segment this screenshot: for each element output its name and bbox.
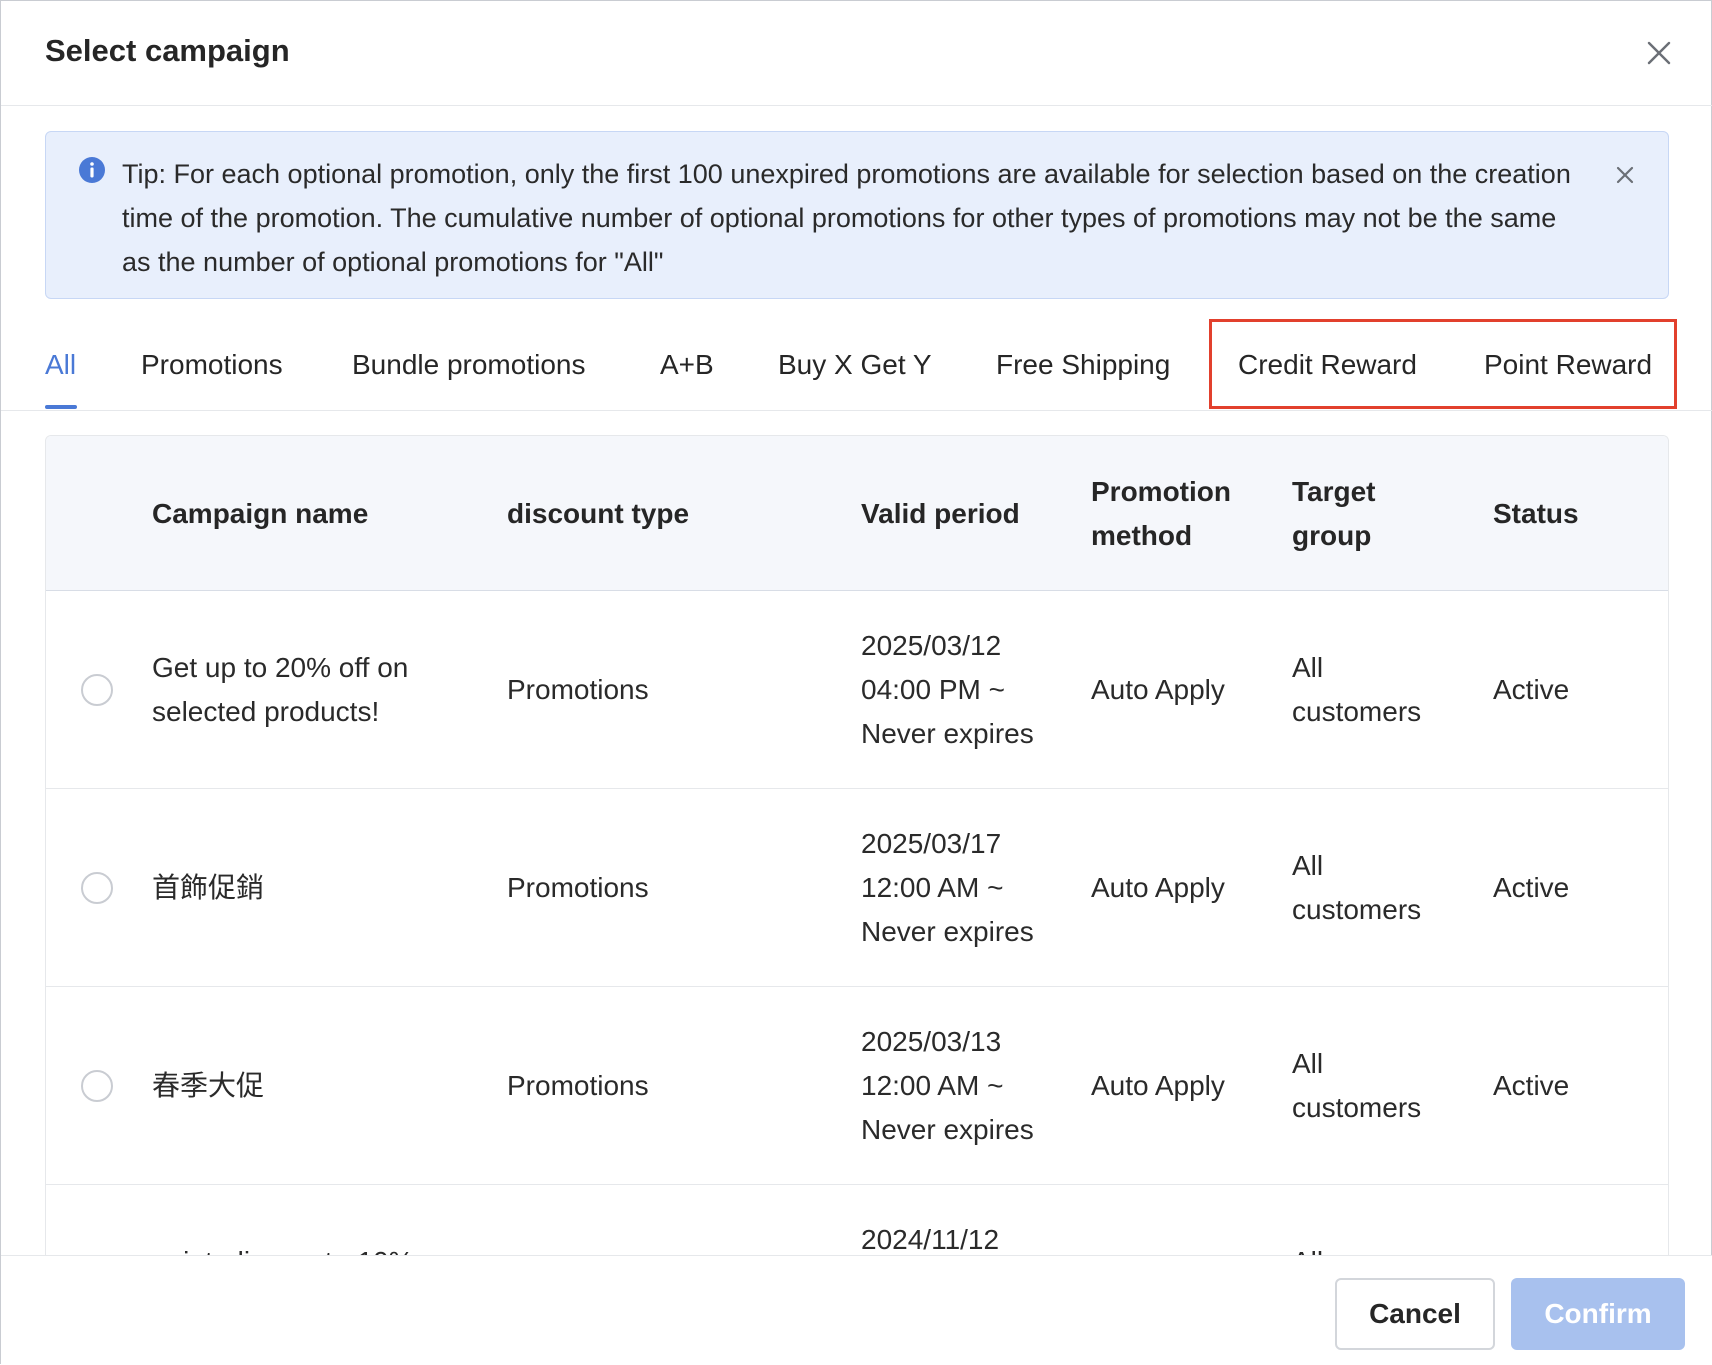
promotion-method: Auto Apply xyxy=(1091,1070,1225,1101)
close-icon[interactable] xyxy=(1612,162,1638,188)
dialog-footer: Cancel Confirm xyxy=(1,1255,1712,1365)
campaign-name: Get up to 20% off on selected products! xyxy=(152,652,409,727)
promotion-method: Auto Apply xyxy=(1091,872,1225,903)
tab-all[interactable]: All xyxy=(45,349,76,381)
tab-credit-reward[interactable]: Credit Reward xyxy=(1238,349,1417,381)
dialog-title: Select campaign xyxy=(45,33,290,68)
campaign-name: 首飾促銷 xyxy=(152,872,265,903)
status: Active xyxy=(1493,674,1570,705)
discount-type: Promotions xyxy=(507,674,649,705)
dialog-header: Select campaign xyxy=(1,1,1712,106)
promotion-method: Auto Apply xyxy=(1091,674,1225,705)
campaign-name: point: discount - 10% xyxy=(152,1240,414,1255)
target-group: All xyxy=(1292,1240,1323,1255)
tab-buy-x-get-y[interactable]: Buy X Get Y xyxy=(778,349,932,381)
campaign-type-tabs: All Promotions Bundle promotions A+B Buy… xyxy=(1,319,1712,411)
table-row[interactable]: 春季大促 Promotions 2025/03/13 12:00 AM ~ Ne… xyxy=(46,987,1668,1185)
active-tab-indicator xyxy=(45,405,77,409)
valid-period: 2025/03/17 12:00 AM ~ Never expires xyxy=(861,828,1034,947)
table-header: Campaign name discount type Valid period… xyxy=(46,436,1668,591)
discount-type: Promotions xyxy=(507,872,649,903)
discount-type: Promotions xyxy=(507,1070,649,1101)
campaign-name: 春季大促 xyxy=(152,1070,265,1101)
column-header-status: Status xyxy=(1493,498,1579,529)
cancel-button[interactable]: Cancel xyxy=(1335,1278,1495,1350)
column-header-discount-type: discount type xyxy=(507,498,690,529)
select-campaign-dialog: Select campaign Tip: For each optional p… xyxy=(0,0,1712,1365)
column-header-campaign-name: Campaign name xyxy=(152,498,369,529)
tab-bundle-promotions[interactable]: Bundle promotions xyxy=(352,349,585,381)
table-row[interactable]: 首飾促銷 Promotions 2025/03/17 12:00 AM ~ Ne… xyxy=(46,789,1668,987)
row-radio[interactable] xyxy=(81,1070,113,1102)
valid-period: 2025/03/12 04:00 PM ~ Never expires xyxy=(861,630,1034,749)
target-group: All customers xyxy=(1292,1048,1422,1123)
valid-period: 2025/03/13 12:00 AM ~ Never expires xyxy=(861,1026,1034,1145)
row-radio[interactable] xyxy=(81,674,113,706)
column-header-promotion-method: Promotion method xyxy=(1091,476,1231,551)
table-row[interactable]: point: discount - 10% 2024/11/12 All xyxy=(46,1185,1668,1255)
confirm-button[interactable]: Confirm xyxy=(1511,1278,1685,1350)
status: Active xyxy=(1493,872,1570,903)
row-radio[interactable] xyxy=(81,872,113,904)
tab-a-plus-b[interactable]: A+B xyxy=(660,349,714,381)
tip-text: Tip: For each optional promotion, only t… xyxy=(122,159,1571,277)
status: Active xyxy=(1493,1070,1570,1101)
campaign-table: Campaign name discount type Valid period… xyxy=(45,435,1669,1255)
tab-point-reward[interactable]: Point Reward xyxy=(1484,349,1652,381)
close-icon[interactable] xyxy=(1641,35,1677,71)
valid-period: 2024/11/12 xyxy=(861,1224,1000,1255)
tab-free-shipping[interactable]: Free Shipping xyxy=(996,349,1170,381)
table-row[interactable]: Get up to 20% off on selected products! … xyxy=(46,591,1668,789)
info-icon xyxy=(78,156,106,184)
tip-banner: Tip: For each optional promotion, only t… xyxy=(45,131,1669,299)
target-group: All customers xyxy=(1292,652,1422,727)
column-header-target-group: Target group xyxy=(1292,476,1376,551)
tab-promotions[interactable]: Promotions xyxy=(141,349,283,381)
target-group: All customers xyxy=(1292,850,1422,925)
column-header-valid-period: Valid period xyxy=(861,498,1020,529)
